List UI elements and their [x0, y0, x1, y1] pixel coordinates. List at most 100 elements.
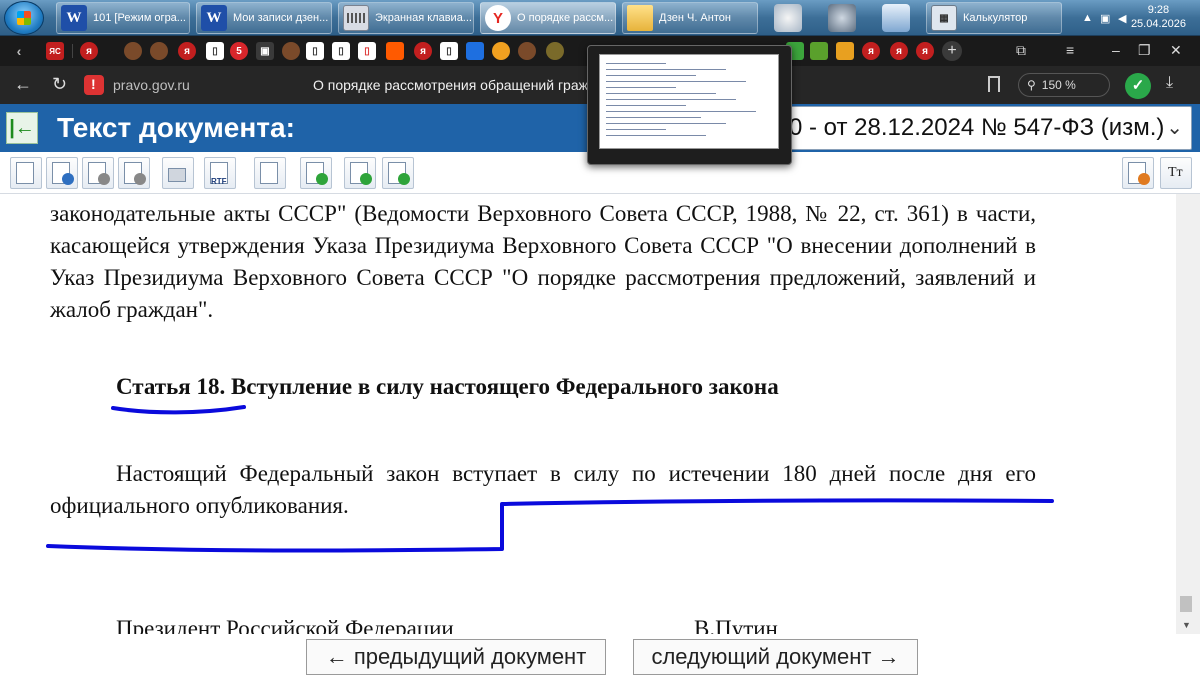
tab-favicon[interactable]: ▯ [440, 42, 458, 60]
next-document-button[interactable]: следующий документ → [633, 639, 918, 675]
close-icon[interactable]: ✕ [1170, 42, 1182, 59]
protect-check-icon[interactable]: ✓ [1125, 73, 1151, 99]
control-panel-icon[interactable] [882, 4, 910, 32]
document-edition-select[interactable]: 0 - от 28.12.2024 № 547-ФЗ (изм.) ⌄ [780, 106, 1192, 150]
taskbar-item-label: О порядке рассм... [517, 12, 614, 24]
menu-icon[interactable]: ≡ [1066, 42, 1074, 58]
new-tab-button[interactable]: + [942, 41, 962, 61]
tab-favicon[interactable] [518, 42, 536, 60]
document-links-button[interactable] [82, 157, 114, 189]
plus-icon [360, 173, 372, 185]
tab-favicon[interactable] [386, 42, 404, 60]
document-info-button[interactable] [46, 157, 78, 189]
network-icon[interactable]: ▣ [1100, 12, 1110, 25]
printer-icon [168, 168, 186, 182]
mail-icon[interactable] [836, 42, 854, 60]
clock-time: 9:28 [1147, 4, 1170, 16]
pinned-app-icon[interactable] [774, 4, 802, 32]
document-text-button[interactable] [10, 157, 42, 189]
thumbnail-line [606, 129, 666, 130]
tab-favicon[interactable] [282, 42, 300, 60]
tray-expand-icon[interactable]: ▲ [1082, 12, 1093, 24]
tab-favicon[interactable] [810, 42, 828, 60]
add-to-folder-button[interactable] [300, 157, 332, 189]
zoom-indicator[interactable]: ⚲ 150 % [1018, 73, 1110, 97]
tab-favicon[interactable] [124, 42, 142, 60]
tab-list-icon[interactable]: ‹ [10, 42, 28, 60]
document-header-title: Текст документа: [57, 112, 295, 143]
back-icon[interactable]: ← [14, 74, 32, 95]
font-size-icon: Tт [1168, 165, 1183, 180]
taskbar-item-browser[interactable]: Y О порядке рассм... [480, 2, 616, 34]
tab-favicon-active[interactable] [546, 42, 564, 60]
windows-taskbar: W 101 [Режим огра... W Мои записи дзен..… [0, 0, 1200, 36]
tab-favicon[interactable]: ▯ [332, 42, 350, 60]
export-button[interactable] [382, 157, 414, 189]
thumbnail-line [606, 69, 726, 70]
taskbar-item-calculator[interactable]: ▦ Калькулятор [926, 2, 1062, 34]
gear-icon[interactable] [828, 4, 856, 32]
document-icon [16, 162, 34, 184]
tab-favicon[interactable]: ЯС [46, 42, 64, 60]
document-related-button[interactable] [118, 157, 150, 189]
tab-favicon[interactable]: я [178, 42, 196, 60]
tab-favicon[interactable]: я [862, 42, 880, 60]
start-button[interactable] [4, 1, 44, 35]
previous-document-button[interactable]: ← предыдущий документ [306, 639, 606, 675]
thumbnail-line [606, 111, 756, 112]
tab-favicon[interactable]: я [916, 42, 934, 60]
thumbnail-line [606, 105, 686, 106]
tab-favicon[interactable]: ▣ [256, 42, 274, 60]
thumbnail-line [606, 93, 716, 94]
system-clock[interactable]: 9:28 25.04.2026 [1131, 3, 1186, 31]
tab-favicon[interactable]: я [80, 42, 98, 60]
chain-icon [134, 173, 146, 185]
thumbnail-line [606, 135, 706, 136]
search-in-document-button[interactable] [254, 157, 286, 189]
return-arrow-icon[interactable]: |← [6, 112, 38, 144]
scroll-down-arrow-icon[interactable]: ▼ [1182, 620, 1191, 630]
keyboard-icon [343, 5, 369, 31]
vertical-scrollbar[interactable] [1176, 194, 1200, 634]
taskbar-item-onscreen-keyboard[interactable]: Экранная клавиа... [338, 2, 474, 34]
volume-icon[interactable]: ◀ [1118, 12, 1126, 25]
download-icon[interactable]: ⤓ [1166, 74, 1173, 92]
zoom-value: 150 % [1041, 78, 1076, 92]
restore-icon[interactable]: ❐ [1138, 42, 1151, 59]
taskbar-item-word-1[interactable]: W 101 [Режим огра... [56, 2, 190, 34]
word-icon: W [61, 5, 87, 31]
print-button[interactable] [162, 157, 194, 189]
tab-favicon[interactable]: 5 [230, 42, 248, 60]
chevron-down-icon: ⌄ [1166, 117, 1183, 139]
taskbar-item-label: Экранная клавиа... [375, 12, 472, 24]
tab-favicon[interactable]: я [890, 42, 908, 60]
bookmark-icon[interactable] [988, 76, 1000, 92]
reload-icon[interactable]: ↻ [52, 74, 67, 95]
tab-favicon[interactable]: ▯ [206, 42, 224, 60]
pdf-icon[interactable]: ▯ [358, 42, 376, 60]
minimize-icon[interactable]: – [1112, 42, 1120, 58]
scrollbar-thumb[interactable] [1180, 596, 1192, 612]
add-bookmark-button[interactable] [344, 157, 376, 189]
taskbar-item-folder[interactable]: Дзен Ч. Антон [622, 2, 758, 34]
taskbar-item-word-2[interactable]: W Мои записи дзен... [196, 2, 332, 34]
clock-date: 25.04.2026 [1130, 18, 1186, 30]
zoom-icon: ⚲ [1027, 78, 1036, 92]
tab-favicon[interactable]: ▯ [306, 42, 324, 60]
tab-favicon[interactable] [466, 42, 484, 60]
rtf-label: RTF [211, 177, 227, 186]
tab-favicon[interactable] [492, 42, 510, 60]
url-text[interactable]: pravo.gov.ru [113, 77, 190, 93]
thumbnail-line [606, 117, 701, 118]
tab-separator [72, 44, 73, 58]
tabs-manager-icon[interactable]: ⧉ [1016, 42, 1026, 59]
site-warning-icon[interactable] [84, 75, 104, 95]
window-thumbnail-preview[interactable] [587, 45, 792, 165]
tab-favicon[interactable] [150, 42, 168, 60]
page-title: О порядке рассмотрения обращений граж [313, 77, 588, 93]
save-rtf-button[interactable]: RTF [204, 157, 236, 189]
color-scheme-button[interactable] [1122, 157, 1154, 189]
article-heading: Статья 18. Вступление в силу настоящего … [116, 374, 779, 399]
tab-favicon[interactable]: я [414, 42, 432, 60]
font-size-button[interactable]: Tт [1160, 157, 1192, 189]
